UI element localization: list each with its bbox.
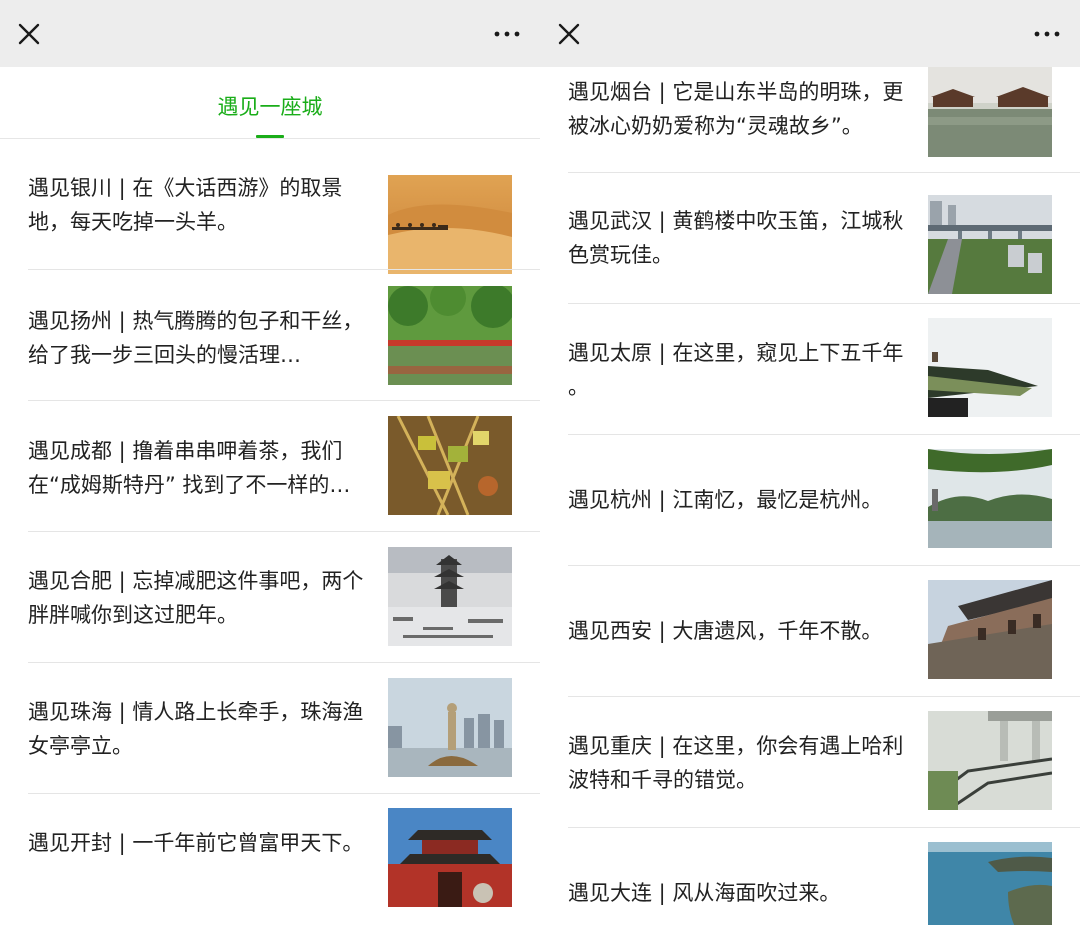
article-thumbnail [388,286,512,385]
list-item[interactable]: 遇见银川 | 在《大话西游》的取景地，每天吃掉一头羊。 [0,139,540,274]
article-thumbnail [928,67,1052,157]
article-thumbnail [388,678,512,777]
list-item[interactable]: 遇见烟台 | 它是山东半岛的明珠，更被冰心奶奶爱称为“灵魂故乡”。 [540,42,1080,173]
article-thumbnail [388,547,512,646]
list-item[interactable]: 遇见太原 | 在这里，窥见上下五千年 。 [540,304,1080,435]
article-title: 遇见扬州 | 热气腾腾的包子和干丝，给了我一步三回头的慢活理… [28,309,364,367]
article-thumbnail [928,580,1052,679]
list-item[interactable]: 遇见开封 | 一千年前它曾富甲天下。 [0,794,540,925]
list-item[interactable]: 遇见重庆 | 在这里，你会有遇上哈利波特和千寻的错觉。 [540,697,1080,828]
list-item[interactable]: 遇见武汉 | 黄鹤楼中吹玉笛，江城秋色赏玩佳。 [540,173,1080,304]
article-title: 遇见西安 | 大唐遗风，千年不散。 [568,619,883,643]
list-item[interactable]: 遇见大连 | 风从海面吹过来。 [540,828,1080,925]
article-title: 遇见大连 | 风从海面吹过来。 [568,881,841,905]
article-thumbnail [928,449,1052,548]
list-item[interactable]: 遇见成都 | 撸着串串呷着茶，我们在“成姆斯特丹” 找到了不一样的… [0,401,540,532]
article-title: 遇见成都 | 撸着串串呷着茶，我们在“成姆斯特丹” 找到了不一样的… [28,439,351,497]
more-icon [494,31,520,37]
list-item[interactable]: 遇见珠海 | 情人路上长牵手，珠海渔女亭亭立。 [0,663,540,794]
article-title: 遇见武汉 | 黄鹤楼中吹玉笛，江城秋色赏玩佳。 [568,209,904,267]
article-title: 遇见杭州 | 江南忆，最忆是杭州。 [568,488,883,512]
article-thumbnail [928,195,1052,294]
article-thumbnail [928,318,1052,417]
list-item[interactable]: 遇见杭州 | 江南忆，最忆是杭州。 [540,435,1080,566]
article-title: 遇见太原 | 在这里，窥见上下五千年 。 [568,341,904,399]
article-thumbnail [388,175,512,274]
article-title: 遇见重庆 | 在这里，你会有遇上哈利波特和千寻的错觉。 [568,734,904,792]
close-icon [18,23,40,45]
article-thumbnail [928,711,1052,810]
tab-bar: 遇见一座城 [0,67,540,139]
article-title: 遇见珠海 | 情人路上长牵手，珠海渔女亭亭立。 [28,700,364,758]
list-item[interactable]: 遇见西安 | 大唐遗风，千年不散。 [540,566,1080,697]
article-title: 遇见开封 | 一千年前它曾富甲天下。 [28,831,364,855]
article-thumbnail [928,842,1052,925]
article-title: 遇见烟台 | 它是山东半岛的明珠，更被冰心奶奶爱称为“灵魂故乡”。 [568,80,904,138]
list-item[interactable]: 遇见扬州 | 热气腾腾的包子和干丝，给了我一步三回头的慢活理… [0,270,540,401]
article-list-pane-right: 遇见烟台 | 它是山东半岛的明珠，更被冰心奶奶爱称为“灵魂故乡”。 遇见武汉 |… [540,0,1080,925]
article-thumbnail [388,808,512,907]
tab-active-indicator [256,135,284,138]
list-item[interactable]: 遇见合肥 | 忘掉减肥这件事吧，两个胖胖喊你到这过肥年。 [0,532,540,663]
article-title: 遇见银川 | 在《大话西游》的取景地，每天吃掉一头羊。 [28,176,343,234]
top-bar [0,0,540,67]
more-button[interactable] [492,19,522,49]
close-button[interactable] [14,19,44,49]
article-title: 遇见合肥 | 忘掉减肥这件事吧，两个胖胖喊你到这过肥年。 [28,569,364,627]
tab-meet-a-city[interactable]: 遇见一座城 [0,91,540,121]
article-thumbnail [388,416,512,515]
article-list-pane-left: 遇见一座城 遇见银川 | 在《大话西游》的取景地，每天吃掉一头羊。 遇见扬州 |… [0,0,540,925]
